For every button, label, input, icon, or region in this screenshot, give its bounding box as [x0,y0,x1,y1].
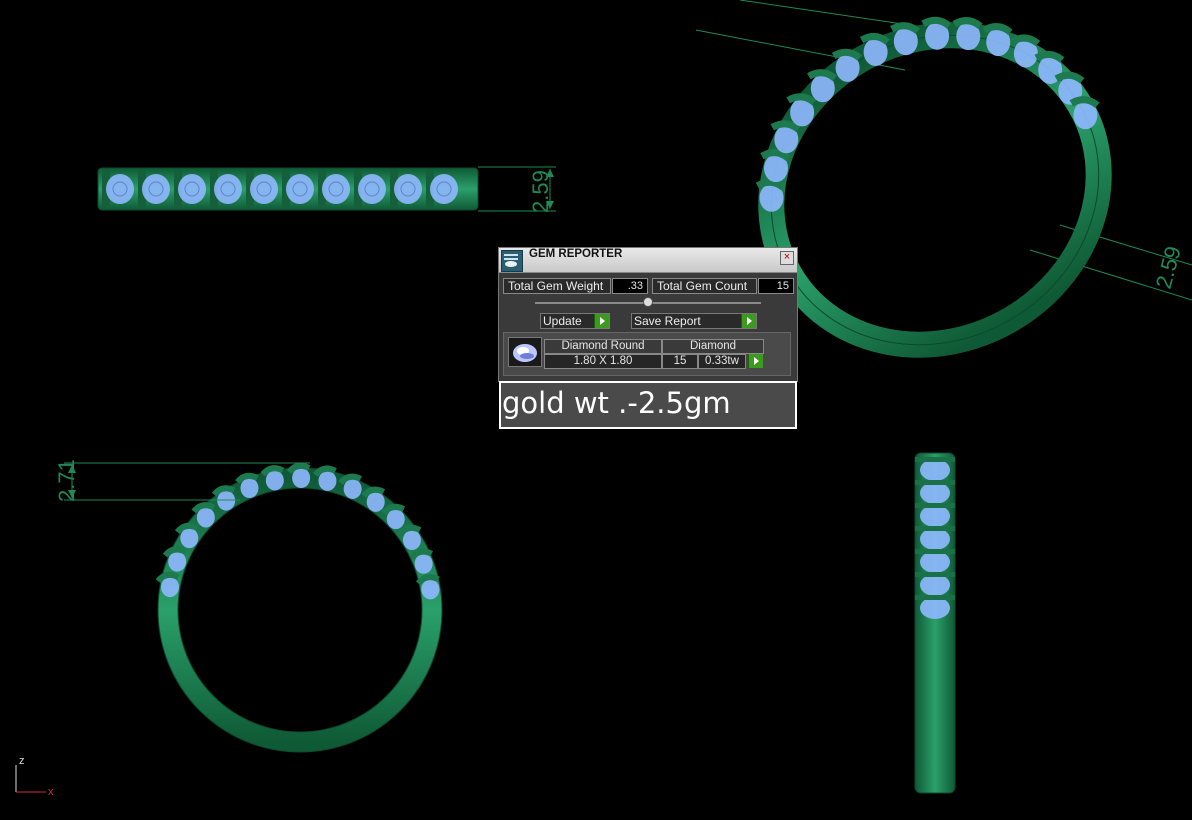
axis-z-label: z [19,755,25,767]
gem-stone [920,551,950,573]
gem-reporter-titlebar[interactable]: GEM REPORTER × [499,248,797,273]
prong [915,572,955,577]
gem-size-value: 1.80 X 1.80 [544,354,662,369]
gem-stone [920,482,950,504]
gem-stone [366,491,385,512]
update-button-label: Update [543,314,582,328]
gem-stone [142,174,170,204]
gem-reporter-panel: GEM REPORTER × Total Gem Weight .33 Tota… [498,247,798,382]
prong [915,503,955,508]
gem-stone [265,470,284,491]
gem-stone [286,174,314,204]
gem-list: Diamond Round 1.80 X 1.80 Diamond 15 0.3… [503,332,791,376]
ring-top-view: 2.59 [97,166,556,213]
gem-stone [358,174,386,204]
gem-reporter-logo-icon [501,250,523,272]
gem-stone [168,551,187,572]
gem-shape-header: Diamond Round [544,339,662,354]
gem-row-arrow-icon[interactable] [748,354,763,368]
gem-stone [386,509,405,530]
gem-stone [421,579,440,600]
gem-type-header: Diamond [662,339,764,354]
gem-stone [920,528,950,550]
gem-count-value: 15 [662,354,698,369]
save-report-button[interactable]: Save Report [631,313,757,329]
gem-reporter-title: GEM REPORTER [529,248,623,260]
gem-stone [394,174,422,204]
update-button[interactable]: Update [540,313,610,329]
total-gem-weight-label: Total Gem Weight [503,278,611,294]
gem-stone [161,577,180,598]
save-report-button-label: Save Report [634,314,701,328]
diamond-round-icon [508,337,542,367]
total-gem-count-value: 15 [758,278,794,294]
axis-indicator: z x [15,755,54,798]
prong [915,480,955,485]
total-gem-count-label: Total Gem Count [652,278,757,294]
gem-stone [318,470,337,491]
dimension-label-front: 2.71 [54,459,79,502]
gem-stone [430,174,458,204]
gem-stone [217,490,236,511]
gem-stone [196,507,215,528]
gold-weight-note: gold wt .-2.5gm [499,381,797,429]
gem-stone [920,597,950,619]
gem-stone [292,468,311,489]
gem-stone [414,553,433,574]
gem-stone [920,459,950,481]
ring-side-view [914,452,956,794]
gem-stone [920,574,950,596]
gem-stone [240,478,259,499]
dimension-label-perspective: 2.59 [1151,243,1186,291]
dimension-label-top: 2.59 [528,170,553,213]
ring-front-view: 2.71 [54,459,443,753]
prong [915,595,955,600]
slider-handle[interactable] [643,297,653,307]
play-arrow-icon [594,314,609,328]
gem-stone [402,530,421,551]
gem-stone [106,174,134,204]
axis-x-label: x [48,786,54,798]
prong [915,549,955,554]
close-icon[interactable]: × [780,251,794,265]
gem-stone [250,174,278,204]
prong [915,457,955,462]
gem-stone [343,478,362,499]
total-gem-weight-value: .33 [612,278,648,294]
play-arrow-icon [741,314,756,328]
gem-stone [178,174,206,204]
gem-stone [214,174,242,204]
gem-stone [180,528,199,549]
prong [915,526,955,531]
gem-stone [920,505,950,527]
gem-stone [322,174,350,204]
gem-weight-value: 0.33tw [698,354,746,369]
